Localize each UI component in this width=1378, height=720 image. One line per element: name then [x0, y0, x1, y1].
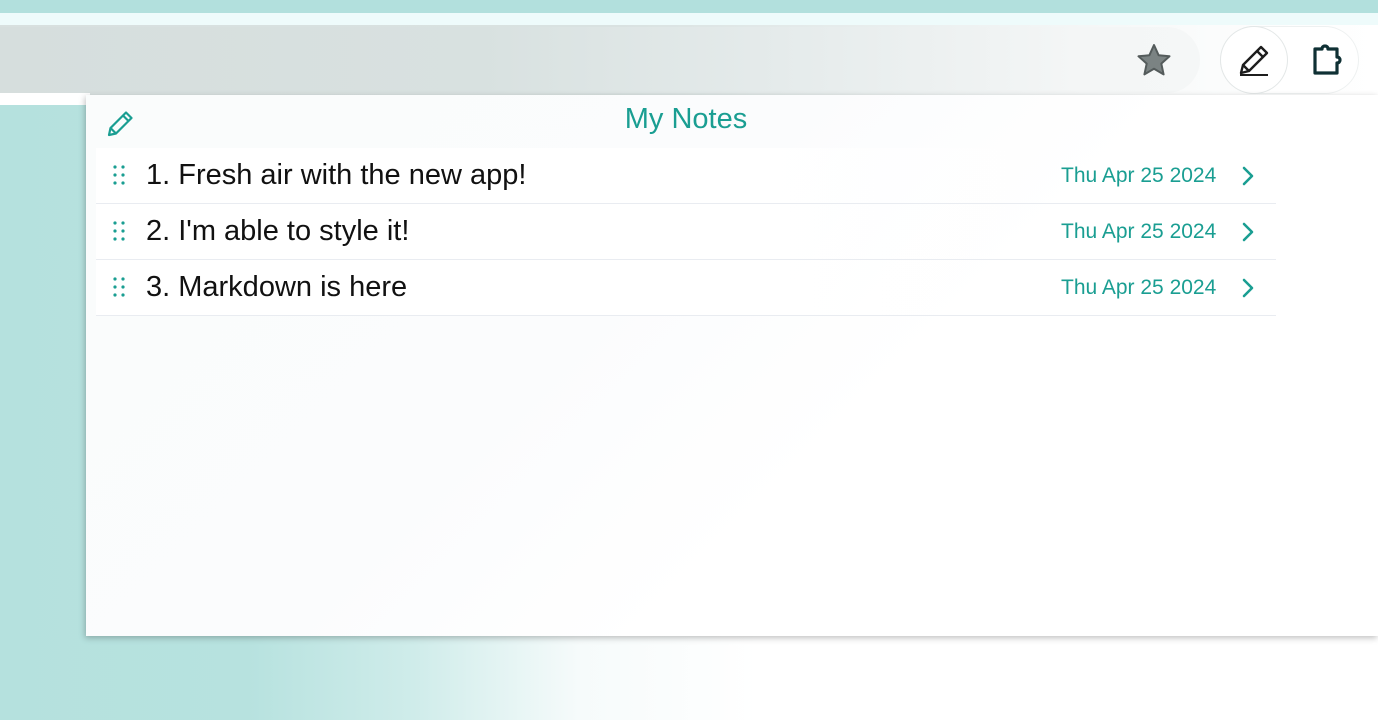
pencil-icon[interactable] — [1235, 41, 1273, 79]
notes-popup: My Notes 1. Fresh air with the new app! … — [86, 95, 1378, 636]
note-title: 2. I'm able to style it! — [146, 215, 410, 247]
list-item[interactable]: 2. I'm able to style it! Thu Apr 25 2024 — [96, 204, 1276, 260]
note-date: Thu Apr 25 2024 — [1061, 276, 1217, 299]
chevron-right-icon[interactable] — [1239, 220, 1257, 244]
browser-tab-strip — [0, 13, 1378, 25]
note-date: Thu Apr 25 2024 — [1061, 164, 1217, 187]
popup-header: My Notes — [86, 95, 1286, 147]
note-date: Thu Apr 25 2024 — [1061, 220, 1217, 243]
address-bar[interactable] — [0, 27, 1200, 93]
page-edge — [0, 93, 90, 105]
drag-handle-icon[interactable] — [112, 164, 126, 186]
note-title: 1. Fresh air with the new app! — [146, 159, 527, 191]
drag-handle-icon[interactable] — [112, 276, 126, 298]
chevron-right-icon[interactable] — [1239, 164, 1257, 188]
drag-handle-icon[interactable] — [112, 220, 126, 242]
list-item[interactable]: 1. Fresh air with the new app! Thu Apr 2… — [96, 148, 1276, 204]
puzzle-icon[interactable] — [1309, 41, 1347, 79]
list-item[interactable]: 3. Markdown is here Thu Apr 25 2024 — [96, 260, 1276, 316]
note-title: 3. Markdown is here — [146, 271, 408, 303]
chevron-right-icon[interactable] — [1239, 276, 1257, 300]
star-icon[interactable] — [1136, 42, 1172, 78]
page-title: My Notes — [624, 103, 748, 135]
note-list: 1. Fresh air with the new app! Thu Apr 2… — [96, 148, 1276, 316]
browser-top-strip — [0, 0, 1378, 13]
